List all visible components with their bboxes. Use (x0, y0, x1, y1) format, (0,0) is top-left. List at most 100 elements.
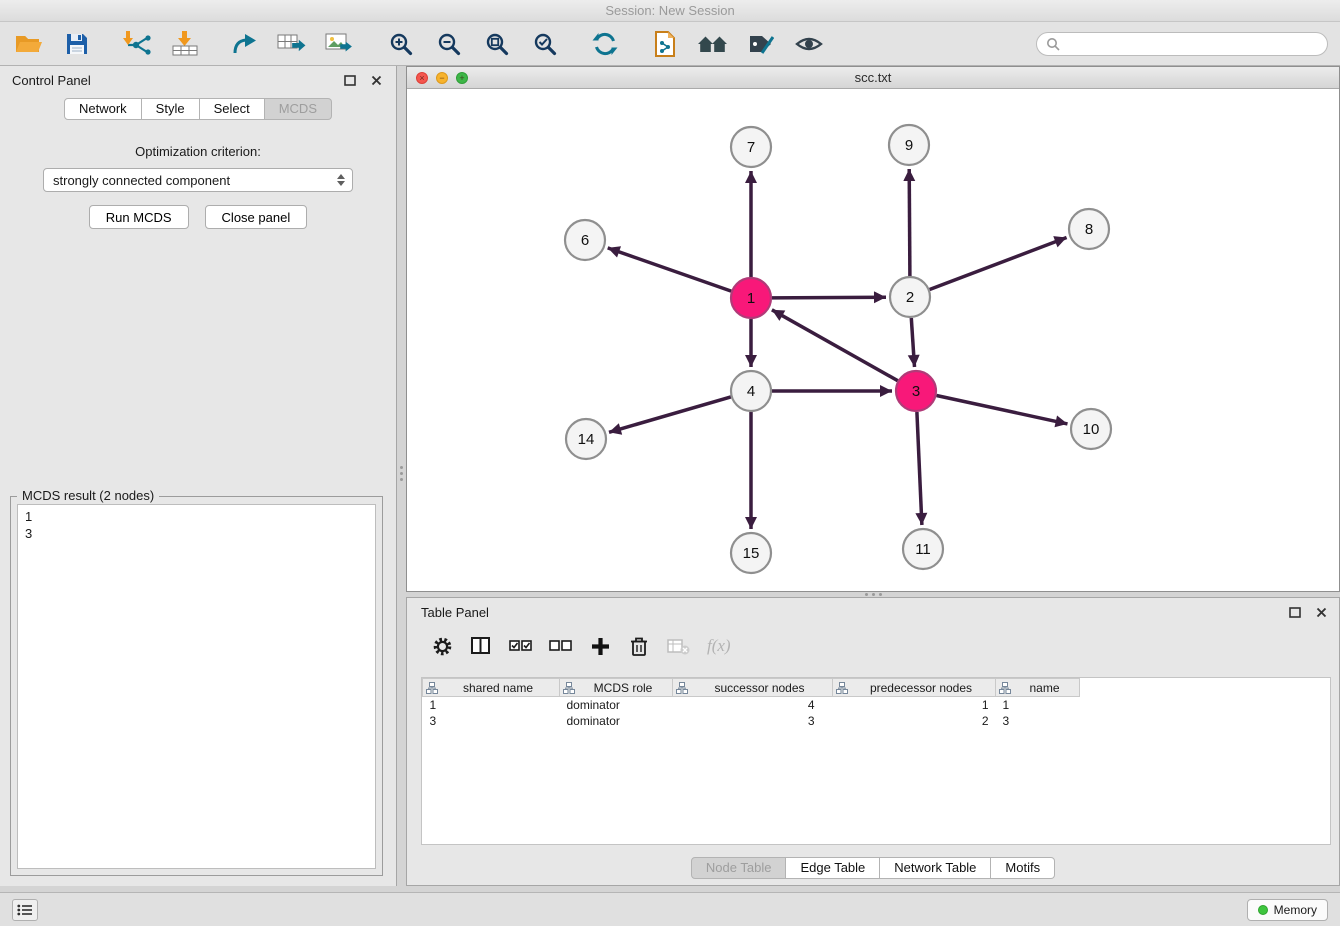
node-14[interactable]: 14 (566, 419, 606, 459)
cell-mcds-role[interactable]: dominator (560, 713, 673, 729)
search-box[interactable] (1036, 32, 1328, 56)
tab-edge-table[interactable]: Edge Table (786, 857, 880, 879)
node-9[interactable]: 9 (889, 125, 929, 165)
column-header-mcds-role[interactable]: MCDS role (560, 679, 673, 697)
mcds-result-list[interactable]: 13 (17, 504, 376, 869)
add-column-button[interactable] (589, 634, 611, 658)
export-network-button[interactable] (226, 27, 264, 61)
table-row[interactable]: 1dominator411 (423, 697, 1080, 713)
network-window-titlebar[interactable]: scc.txt × − + (407, 67, 1339, 89)
cell-successor-nodes[interactable]: 3 (673, 713, 833, 729)
zoom-in-button[interactable] (382, 27, 420, 61)
search-input[interactable] (1065, 36, 1318, 51)
node-7[interactable]: 7 (731, 127, 771, 167)
node-15[interactable]: 15 (731, 533, 771, 573)
node-8[interactable]: 8 (1069, 209, 1109, 249)
apply-layout-button[interactable] (586, 27, 624, 61)
node-label: 9 (905, 137, 913, 154)
show-hide-button[interactable] (790, 27, 828, 61)
node-6[interactable]: 6 (565, 220, 605, 260)
tab-style[interactable]: Style (142, 98, 200, 120)
tab-select[interactable]: Select (200, 98, 265, 120)
zoom-out-button[interactable] (430, 27, 468, 61)
edge-1-2[interactable] (772, 297, 886, 298)
edge-4-14[interactable] (609, 397, 731, 432)
deselect-all-button[interactable] (549, 634, 572, 658)
cell-name[interactable]: 3 (996, 713, 1080, 729)
cell-shared-name[interactable]: 3 (423, 713, 560, 729)
edge-2-8[interactable] (930, 238, 1067, 290)
memory-button[interactable]: Memory (1247, 899, 1328, 921)
edge-3-1[interactable] (772, 310, 898, 381)
table-settings-button[interactable] (431, 634, 453, 658)
optimization-select-value: strongly connected component (53, 173, 230, 188)
cell-predecessor-nodes[interactable]: 1 (833, 697, 996, 713)
edge-2-9[interactable] (909, 169, 910, 276)
task-history-button[interactable] (12, 899, 38, 921)
tab-network[interactable]: Network (64, 98, 142, 120)
tab-network-table[interactable]: Network Table (880, 857, 991, 879)
close-panel-button[interactable] (368, 73, 384, 87)
cell-name[interactable]: 1 (996, 697, 1080, 713)
edge-3-11[interactable] (917, 412, 922, 525)
node-11[interactable]: 11 (903, 529, 943, 569)
column-header-successor-nodes[interactable]: successor nodes (673, 679, 833, 697)
zoom-selected-button[interactable] (526, 27, 564, 61)
float-panel-button[interactable] (342, 73, 358, 87)
column-header-predecessor-nodes[interactable]: predecessor nodes (833, 679, 996, 697)
run-mcds-button[interactable]: Run MCDS (89, 205, 189, 229)
cell-successor-nodes[interactable]: 4 (673, 697, 833, 713)
zoom-fit-button[interactable] (478, 27, 516, 61)
delete-table-button[interactable] (667, 634, 690, 658)
home-button[interactable] (694, 27, 732, 61)
cell-shared-name[interactable]: 1 (423, 697, 560, 713)
cell-mcds-role[interactable]: dominator (560, 697, 673, 713)
cell-predecessor-nodes[interactable]: 2 (833, 713, 996, 729)
edge-3-10[interactable] (937, 396, 1068, 424)
clone-network-button[interactable] (646, 27, 684, 61)
tab-node-table[interactable]: Node Table (691, 857, 787, 879)
maximize-window-button[interactable]: + (456, 72, 468, 84)
network-graph[interactable]: 7 9 6 8 1 2 4 3 14 10 15 11 (407, 89, 1339, 591)
show-columns-button[interactable] (470, 634, 492, 658)
function-builder-button[interactable]: f(x) (707, 634, 731, 658)
node-3[interactable]: 3 (896, 371, 936, 411)
minimize-window-button[interactable]: − (436, 72, 448, 84)
column-header-name[interactable]: name (996, 679, 1080, 697)
node-4[interactable]: 4 (731, 371, 771, 411)
select-all-button[interactable] (509, 634, 532, 658)
float-table-panel-button[interactable] (1287, 605, 1303, 619)
export-table-button[interactable] (274, 27, 312, 61)
edge-1-6[interactable] (608, 248, 732, 291)
tab-motifs[interactable]: Motifs (991, 857, 1055, 879)
node-2[interactable]: 2 (890, 277, 930, 317)
table-row[interactable]: 3dominator323 (423, 713, 1080, 729)
style-button[interactable] (742, 27, 780, 61)
column-type-icon (676, 682, 688, 694)
result-item[interactable]: 3 (25, 525, 368, 542)
optimization-select[interactable]: strongly connected component (43, 168, 353, 192)
import-network-button[interactable] (118, 27, 156, 61)
save-session-button[interactable] (58, 27, 96, 61)
column-header-shared-name[interactable]: shared name (423, 679, 560, 697)
node-label: 10 (1083, 421, 1100, 438)
node-table-container[interactable]: shared name MCDS role successor nodesprede… (421, 677, 1331, 845)
delete-table-icon (667, 637, 690, 655)
import-table-button[interactable] (166, 27, 204, 61)
node-1[interactable]: 1 (731, 278, 771, 318)
close-window-button[interactable]: × (416, 72, 428, 84)
export-image-button[interactable] (322, 27, 360, 61)
node-10[interactable]: 10 (1071, 409, 1111, 449)
vertical-splitter[interactable] (397, 66, 406, 886)
tab-mcds[interactable]: MCDS (265, 98, 332, 120)
import-table-icon (171, 31, 199, 57)
column-header-label: MCDS role (594, 681, 653, 695)
delete-column-button[interactable] (628, 634, 650, 658)
close-table-panel-button[interactable] (1313, 605, 1329, 619)
close-panel-action-button[interactable]: Close panel (205, 205, 308, 229)
open-file-button[interactable] (10, 27, 48, 61)
close-icon (1316, 607, 1327, 618)
edge-2-3[interactable] (911, 318, 914, 367)
result-item[interactable]: 1 (25, 508, 368, 525)
window-titlebar[interactable]: Session: New Session (0, 0, 1340, 22)
